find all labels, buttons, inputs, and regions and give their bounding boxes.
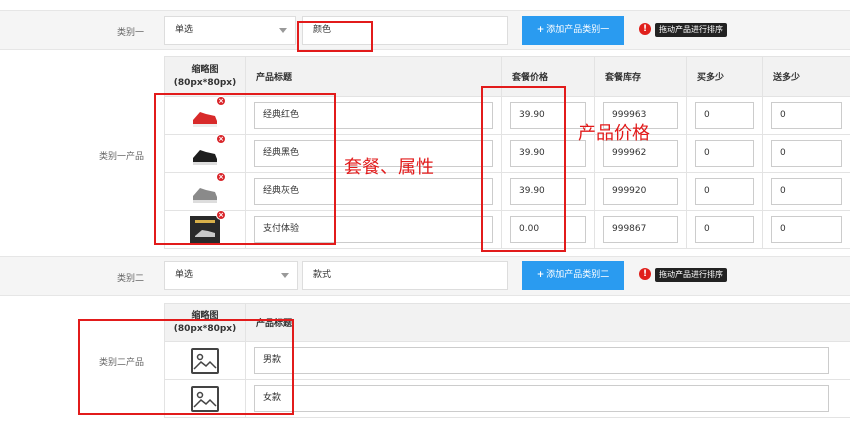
warning-icon: ! — [639, 23, 651, 35]
annotation-package-attr: 套餐、属性 — [344, 157, 434, 178]
category1-type-select-value: 单选 — [175, 25, 194, 35]
plus-icon: + — [536, 25, 545, 35]
title-cell: 男款 — [245, 341, 850, 380]
col-title-header: 产品标题 — [245, 303, 850, 342]
title-input[interactable]: 男款 — [254, 347, 829, 374]
annotation-box-price — [481, 86, 566, 252]
col-gift-header: 送多少 — [762, 56, 850, 97]
thumbnail-header-line2: (80px*80px) — [173, 77, 237, 88]
stock-cell: 999867 — [594, 210, 687, 249]
stock-input[interactable]: 999867 — [603, 216, 678, 243]
gift-input[interactable]: 0 — [771, 140, 842, 167]
add-category1-button[interactable]: + 添加产品类别一 — [522, 16, 624, 45]
warning-icon: ! — [639, 268, 651, 280]
buy-cell: 0 — [686, 210, 763, 249]
gift-input[interactable]: 0 — [771, 178, 842, 205]
add-category1-label: 添加产品类别一 — [546, 25, 610, 35]
plus-icon: + — [536, 270, 545, 280]
gift-cell: 0 — [762, 96, 850, 135]
buy-input[interactable]: 0 — [695, 102, 754, 129]
title-input[interactable]: 女款 — [254, 385, 829, 412]
gift-cell: 0 — [762, 210, 850, 249]
stock-cell: 999920 — [594, 172, 687, 211]
col-thumbnail-header: 缩略图 (80px*80px) — [164, 56, 246, 97]
col-stock-header: 套餐库存 — [594, 56, 687, 97]
sort-tip-badge: 拖动产品进行排序 — [655, 23, 727, 37]
gift-cell: 0 — [762, 172, 850, 211]
buy-cell: 0 — [686, 134, 763, 173]
add-category2-button[interactable]: + 添加产品类别二 — [522, 261, 624, 290]
gift-input[interactable]: 0 — [771, 216, 842, 243]
annotation-box-name — [297, 21, 373, 52]
gift-input[interactable]: 0 — [771, 102, 842, 129]
buy-input[interactable]: 0 — [695, 216, 754, 243]
title-cell: 女款 — [245, 379, 850, 418]
buy-cell: 0 — [686, 96, 763, 135]
category2-name-value: 款式 — [313, 270, 332, 280]
category2-type-select[interactable]: 单选 — [164, 261, 298, 290]
chevron-down-icon — [281, 273, 289, 278]
buy-cell: 0 — [686, 172, 763, 211]
category1-products-label: 类别一产品 — [98, 152, 144, 162]
category2-type-select-value: 单选 — [175, 270, 194, 280]
annotation-box-thumbnails — [154, 93, 336, 245]
col-buy-header: 买多少 — [686, 56, 763, 97]
chevron-down-icon — [279, 28, 287, 33]
col-title-header: 产品标题 — [245, 56, 502, 97]
category1-type-select[interactable]: 单选 — [164, 16, 296, 45]
category1-label: 类别一 — [116, 28, 144, 38]
buy-input[interactable]: 0 — [695, 178, 754, 205]
buy-input[interactable]: 0 — [695, 140, 754, 167]
sort-tip-badge: 拖动产品进行排序 — [655, 268, 727, 282]
category2-label: 类别二 — [116, 274, 144, 284]
add-category2-label: 添加产品类别二 — [546, 270, 610, 280]
stock-input[interactable]: 999920 — [603, 178, 678, 205]
gift-cell: 0 — [762, 134, 850, 173]
annotation-product-price: 产品价格 — [578, 123, 650, 144]
category2-name-input[interactable]: 款式 — [302, 261, 508, 290]
thumbnail-header-line1: 缩略图 — [191, 64, 219, 75]
annotation-box-category2 — [78, 319, 294, 415]
